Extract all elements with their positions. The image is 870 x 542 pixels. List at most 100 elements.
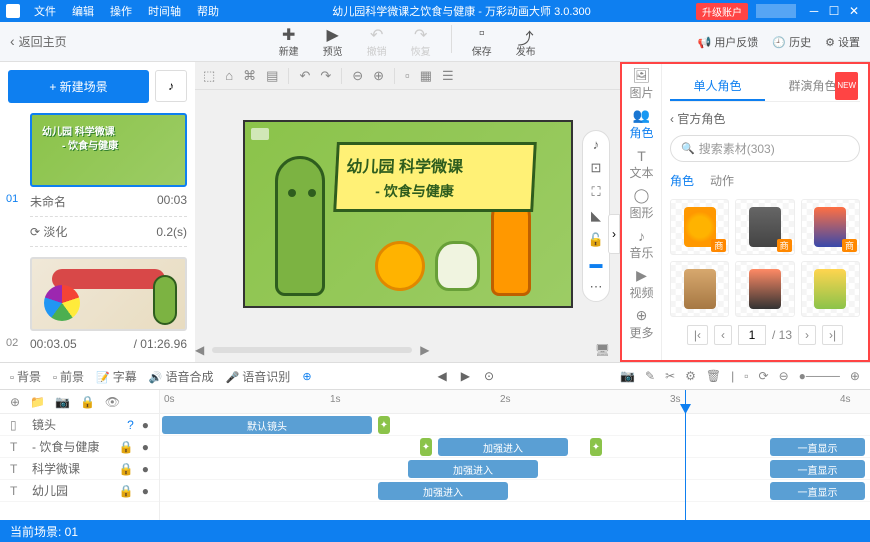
zoom-out-icon[interactable]: ⊖ (352, 68, 363, 84)
tts-button[interactable]: 🔊 语音合成 (149, 368, 214, 385)
undo-icon[interactable]: ↶ (299, 68, 310, 84)
track-text-2[interactable]: T科学微课🔒● (0, 458, 159, 480)
canvas[interactable]: 幼儿园 科学微课 - 饮食与健康 (243, 120, 573, 308)
redo-icon[interactable]: ↷ (320, 68, 331, 84)
camera-clip[interactable]: 默认镜头 (162, 416, 372, 434)
menu-timeline[interactable]: 时间轴 (140, 3, 189, 19)
menu-action[interactable]: 操作 (102, 3, 140, 19)
bg-button[interactable]: ▫ 背景 (10, 368, 41, 385)
prev-frame-button[interactable]: ◀ (438, 369, 447, 383)
record-tool-icon[interactable]: ⊡ (591, 160, 602, 176)
timeline-ruler[interactable]: 0s 1s 2s 3s 4s (160, 390, 870, 414)
grid-icon[interactable]: ▦ (420, 68, 432, 84)
note-tool-icon[interactable]: ♪ (593, 137, 600, 152)
zoom-in-tl-icon[interactable]: ⊕ (850, 369, 860, 383)
music-button[interactable]: ♪ (155, 70, 187, 102)
folder-icon[interactable]: 📁 (30, 395, 45, 409)
canvas-scrollbar[interactable] (212, 347, 412, 353)
maximize-icon[interactable]: ☐ (824, 4, 844, 18)
fullscreen-tool-icon[interactable]: ⛶ (591, 184, 600, 200)
lock-track-icon[interactable]: 🔒 (80, 395, 95, 409)
keyframe[interactable]: ✦ (590, 438, 602, 456)
cat-shape[interactable]: ◯图形 (622, 184, 661, 224)
home-tool-icon[interactable]: ⌂ (225, 68, 233, 83)
tab-single-character[interactable]: 单人角色 (670, 72, 765, 101)
cucumber-character[interactable] (275, 156, 325, 296)
lock-tool-icon[interactable]: 🔓 (588, 232, 604, 248)
display-icon[interactable]: 🖥 (595, 343, 610, 357)
zoom-out-tl-icon[interactable]: ⊖ (779, 369, 789, 383)
add-track-icon[interactable]: ⊕ (10, 395, 20, 409)
new-scene-button[interactable]: + 新建场景 (8, 70, 149, 103)
more-timeline-icon[interactable]: ⊕ (302, 370, 311, 383)
cabbage-character[interactable] (435, 241, 480, 291)
zoom-in-icon[interactable]: ⊕ (373, 68, 384, 84)
scene-name[interactable]: 未命名 (30, 193, 66, 210)
always-clip[interactable]: 一直显示 (770, 438, 865, 456)
asset-person-2[interactable] (735, 261, 794, 317)
edit-icon[interactable]: ✎ (645, 369, 655, 383)
page-prev-button[interactable]: ‹ (714, 325, 732, 345)
settings-button[interactable]: ⚙ 设置 (825, 34, 860, 50)
asset-cat[interactable]: 商 (735, 199, 794, 255)
layers-tool-icon[interactable]: ▤ (266, 68, 278, 84)
cat-image[interactable]: 🖼图片 (622, 64, 661, 104)
new-button[interactable]: ✚新建 (279, 25, 299, 58)
keyframe[interactable]: ✦ (378, 416, 390, 434)
cat-character[interactable]: 👥角色 (622, 104, 661, 144)
menu-help[interactable]: 帮助 (189, 3, 227, 19)
back-home-button[interactable]: 返回主页 (10, 33, 67, 50)
enter-clip[interactable]: 加强进入 (438, 438, 568, 456)
upgrade-button[interactable]: 升级账户 (696, 3, 748, 20)
enter-clip[interactable]: 加强进入 (408, 460, 538, 478)
page-input[interactable] (738, 325, 766, 345)
cut-icon[interactable]: ✂ (665, 369, 675, 383)
trash-icon[interactable]: 🗑 (706, 369, 721, 383)
transition-row[interactable]: ⟳ 淡化 0.2(s) (30, 216, 187, 247)
menu-file[interactable]: 文件 (26, 3, 64, 19)
subtab-character[interactable]: 角色 (670, 172, 694, 189)
tag-tool-icon[interactable]: ◣ (591, 208, 601, 224)
tab-group-character[interactable]: 群演角色NEW (765, 72, 860, 101)
track-text-1[interactable]: T- 饮食与健康🔒● (0, 436, 159, 458)
always-clip[interactable]: 一直显示 (770, 460, 865, 478)
align-icon[interactable]: ☰ (442, 68, 454, 84)
menu-edit[interactable]: 编辑 (64, 3, 102, 19)
subtitle-button[interactable]: 📝 字幕 (96, 368, 137, 385)
save-button[interactable]: ▫保存 (472, 25, 492, 58)
close-icon[interactable]: ✕ (844, 4, 864, 18)
asset-breadcrumb[interactable]: 官方角色 (670, 110, 860, 127)
zoom-slider[interactable]: ●──── (799, 369, 840, 383)
scene-thumbnail-1[interactable]: 幼儿园 科学微课 - 饮食与健康 (30, 113, 187, 187)
eye-icon[interactable]: 👁 (105, 395, 120, 409)
cat-more[interactable]: ⊕更多 (622, 304, 661, 344)
more-tool-icon[interactable]: ⋯ (590, 279, 603, 295)
asset-lion[interactable]: 商 (670, 199, 729, 255)
feedback-button[interactable]: 📢 用户反馈 (698, 34, 759, 50)
redo-button[interactable]: ↷恢复 (411, 25, 431, 58)
publish-button[interactable]: ⤴发布 (516, 25, 536, 58)
marker-icon[interactable]: ▫ (744, 369, 748, 383)
asset-person-1[interactable]: 商 (801, 199, 860, 255)
page-last-button[interactable]: ›| (822, 325, 843, 345)
next-frame-button[interactable]: ⊙ (484, 369, 494, 383)
always-clip[interactable]: 一直显示 (770, 482, 865, 500)
orange-character[interactable] (375, 241, 425, 291)
frame-tool-icon[interactable]: ▬ (590, 256, 603, 271)
search-input[interactable]: 搜索素材(303) (670, 135, 860, 162)
track-camera[interactable]: ▯镜头?● (0, 414, 159, 436)
asset-dog[interactable] (670, 261, 729, 317)
panel-expand-handle[interactable]: › (608, 214, 620, 254)
track-text-3[interactable]: T幼儿园🔒● (0, 480, 159, 502)
asr-button[interactable]: 🎤 语音识别 (226, 368, 291, 385)
fit-icon[interactable]: ▫ (405, 68, 410, 83)
fg-button[interactable]: ▫ 前景 (53, 368, 84, 385)
keyframe[interactable]: ✦ (420, 438, 432, 456)
playhead[interactable] (685, 390, 686, 520)
camera-icon[interactable]: 📷 (620, 369, 635, 383)
timeline-next-icon[interactable]: ▶ (420, 343, 429, 357)
play-button[interactable]: ▶ (461, 369, 470, 383)
asset-person-3[interactable] (801, 261, 860, 317)
page-first-button[interactable]: |‹ (687, 325, 708, 345)
filter-icon[interactable]: ⚙ (685, 369, 696, 383)
